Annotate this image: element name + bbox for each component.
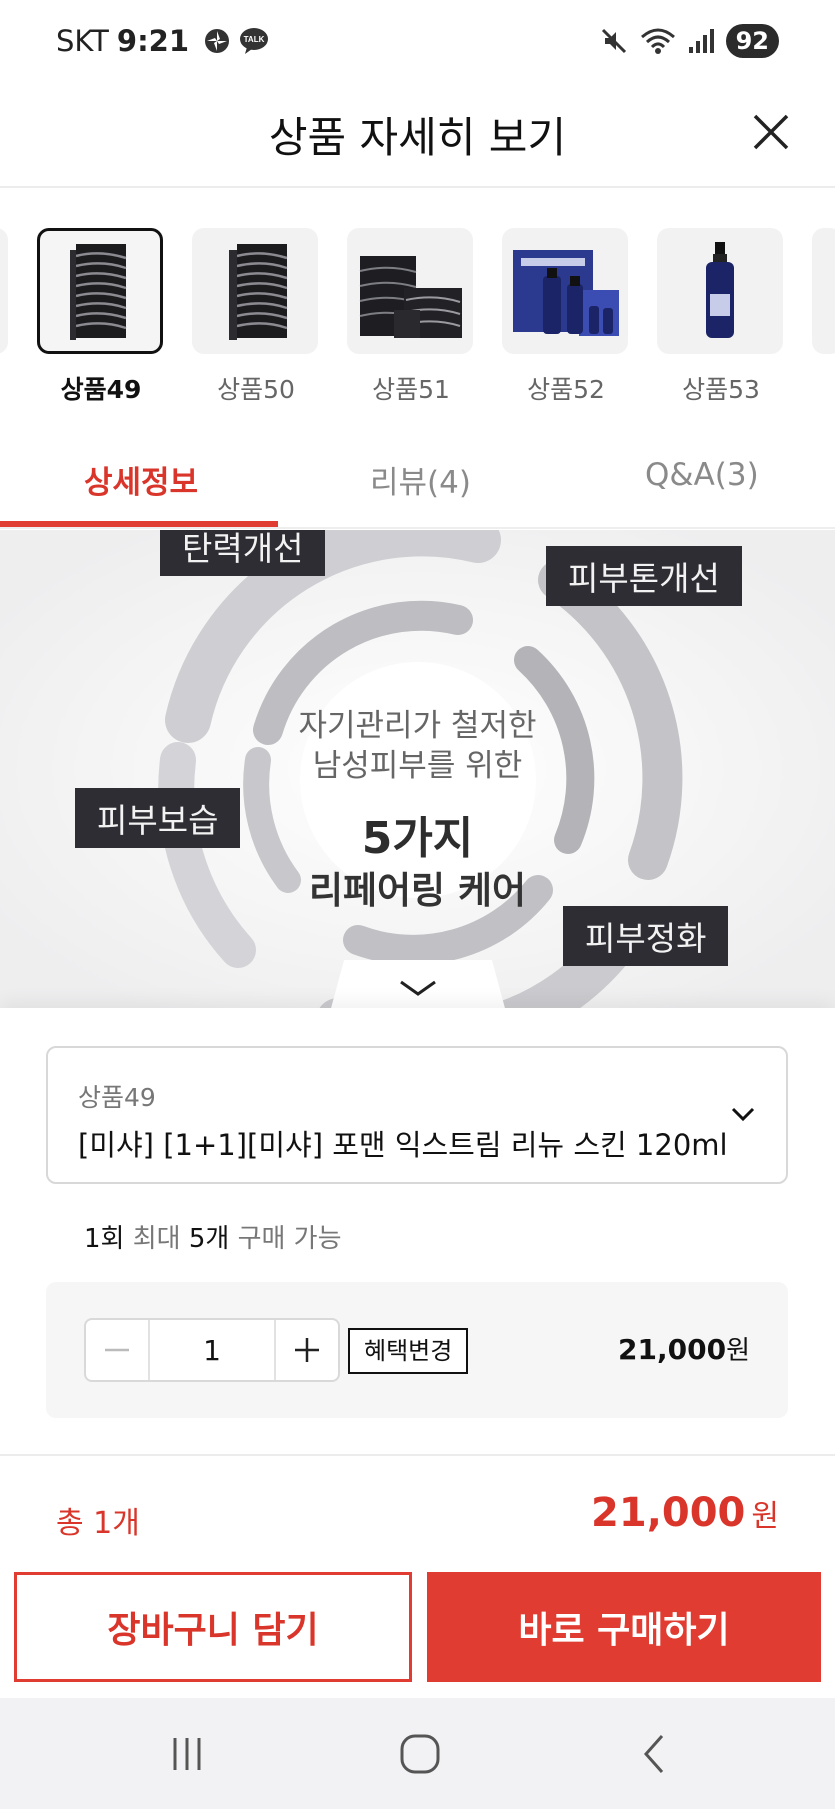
status-right: 92 xyxy=(600,24,779,58)
recent-apps-button[interactable] xyxy=(157,1728,217,1780)
thumbnail-label: 상품53 xyxy=(682,375,760,404)
signal-icon xyxy=(688,27,714,55)
total-price-unit: 원 xyxy=(751,1499,779,1534)
subtitle-line-2: 남성피부를 위한 xyxy=(312,748,523,784)
status-bar: SKT 9:21 TALK 92 xyxy=(0,0,835,84)
carousel-item[interactable]: 상품53 xyxy=(657,228,785,406)
home-button[interactable] xyxy=(390,1728,450,1780)
product-image xyxy=(70,244,127,340)
option-product-name: [미샤] [1+1][미샤] 포맨 익스트림 리뉴 스킨 120ml xyxy=(78,1128,728,1162)
product-image xyxy=(706,242,734,338)
talk-badge-text: TALK xyxy=(244,35,265,44)
detail-headline: 5가지 xyxy=(361,813,474,864)
quantity-value[interactable]: 1 xyxy=(148,1320,276,1380)
product-image xyxy=(229,244,288,340)
plus-icon xyxy=(295,1338,319,1362)
carousel-item[interactable]: 상품50 xyxy=(192,228,320,406)
mute-icon xyxy=(600,27,628,55)
carousel-item[interactable]: 상품52 xyxy=(502,228,630,406)
detail-headline-sub: 리페어링 케어 xyxy=(308,869,527,912)
wifi-icon xyxy=(640,27,676,55)
product-thumbnail[interactable] xyxy=(502,228,628,354)
increase-button[interactable] xyxy=(276,1320,338,1380)
quantity-box: 1 혜택변경 21,000원 xyxy=(46,1282,788,1418)
limit-suffix: 구매 가능 xyxy=(237,1224,342,1254)
total-price: 21,000 원 xyxy=(591,1490,779,1536)
product-thumbnail[interactable] xyxy=(37,228,163,354)
total-price-value: 21,000 xyxy=(591,1490,746,1536)
tab-details[interactable]: 상세정보 xyxy=(84,457,198,502)
tab-reviews[interactable]: 리뷰(4) xyxy=(370,457,471,502)
thumbnail-label: 상품52 xyxy=(527,375,605,404)
feature-label-purify: 피부정화 xyxy=(563,906,729,966)
limit-max-qty: 5개 xyxy=(188,1224,230,1254)
carrier: SKT xyxy=(56,24,109,58)
option-select[interactable]: 상품49 [미샤] [1+1][미샤] 포맨 익스트림 리뉴 스킨 120ml xyxy=(46,1046,788,1184)
change-benefit-button[interactable]: 혜택변경 xyxy=(348,1328,469,1374)
thumbnail-label: 상품50 xyxy=(217,375,295,404)
chevron-down-icon xyxy=(400,980,436,996)
sheet-collapse-handle[interactable] xyxy=(330,960,506,1012)
decrease-button[interactable] xyxy=(86,1320,148,1380)
detail-tabs: 상세정보 리뷰(4) Q&A(3) xyxy=(0,425,835,529)
product-detail-image: 탄력개선 피부톤개선 피부보습 피부정화 자기관리가 철저한 남성피부를 위한 … xyxy=(0,530,835,1008)
kakaotalk-icon: TALK xyxy=(239,27,269,55)
carousel-item[interactable]: 상품51 xyxy=(347,228,475,406)
line-price-unit: 원 xyxy=(726,1336,750,1366)
back-icon xyxy=(643,1735,664,1773)
total-count: 총 1개 xyxy=(56,1506,140,1541)
purchase-sheet: 상품49 [미샤] [1+1][미샤] 포맨 익스트림 리뉴 스킨 120ml … xyxy=(0,1008,835,1698)
quantity-stepper: 1 xyxy=(84,1318,340,1382)
product-image xyxy=(359,256,462,338)
close-icon xyxy=(753,114,789,150)
purchase-limit-note: 1회 최대 5개 구매 가능 xyxy=(84,1218,342,1255)
tab-indicator xyxy=(0,521,278,527)
line-price-value: 21,000 xyxy=(618,1333,727,1366)
clock: 9:21 xyxy=(116,24,190,58)
close-button[interactable] xyxy=(741,104,801,164)
carousel-item[interactable]: 상품49 xyxy=(37,228,165,406)
page-title: 상품 자세히 보기 xyxy=(268,113,567,162)
detail-subtitle: 자기관리가 철저한 남성피부를 위한 xyxy=(0,706,835,786)
limit-max-label: 최대 xyxy=(132,1224,181,1254)
line-price: 21,000원 xyxy=(618,1330,750,1367)
buy-now-button[interactable]: 바로 구매하기 xyxy=(427,1572,821,1682)
recent-apps-icon xyxy=(173,1738,201,1770)
subtitle-line-1: 자기관리가 철저한 xyxy=(298,708,537,744)
modal-header: 상품 자세히 보기 xyxy=(0,84,835,188)
tab-qna[interactable]: Q&A(3) xyxy=(645,457,759,493)
partial-thumbnail-right[interactable] xyxy=(812,228,835,354)
product-thumbnail[interactable] xyxy=(192,228,318,354)
feature-label-skin-tone: 피부톤개선 xyxy=(546,546,742,606)
back-button[interactable] xyxy=(624,1728,684,1780)
product-thumbnail[interactable] xyxy=(347,228,473,354)
minus-icon xyxy=(105,1348,129,1352)
chevron-down-icon xyxy=(730,1104,756,1128)
total-row: 총 1개 21,000 원 xyxy=(0,1456,835,1576)
limit-once: 1회 xyxy=(84,1224,125,1254)
thumbnail-label: 상품49 xyxy=(60,375,142,404)
system-nav-bar xyxy=(0,1698,835,1809)
home-icon xyxy=(400,1734,440,1774)
feature-label-elasticity: 탄력개선 xyxy=(160,530,326,576)
add-to-cart-button[interactable]: 장바구니 담기 xyxy=(14,1572,412,1682)
thumbnail-label: 상품51 xyxy=(372,375,450,404)
pinwheel-icon xyxy=(203,27,231,55)
product-image xyxy=(513,250,619,336)
product-carousel[interactable]: 상품49 상품50 상품51 상품52 상품53 xyxy=(0,190,835,420)
battery-indicator: 92 xyxy=(725,24,779,58)
status-left: SKT 9:21 TALK xyxy=(56,24,277,58)
option-product-label: 상품49 xyxy=(78,1083,156,1112)
partial-thumbnail-left[interactable] xyxy=(0,228,8,354)
product-thumbnail[interactable] xyxy=(657,228,783,354)
